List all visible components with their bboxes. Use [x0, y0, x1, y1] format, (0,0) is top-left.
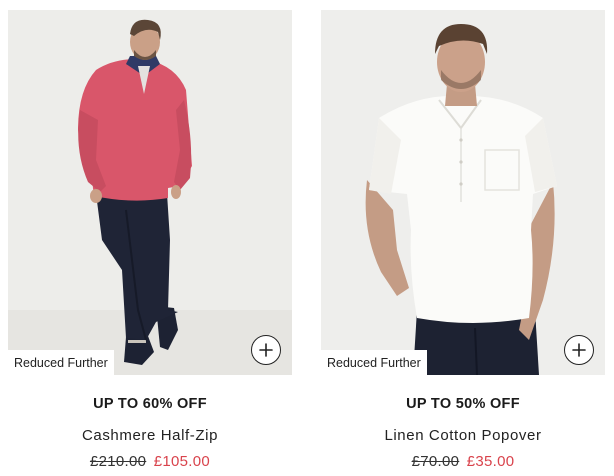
reduced-further-badge: Reduced Further [8, 350, 114, 375]
original-price: £70.00 [411, 453, 460, 470]
model-photo-popover [321, 10, 605, 375]
product-image[interactable]: Reduced Further [8, 10, 292, 375]
sale-price: £105.00 [153, 453, 211, 470]
price-row: £210.00 £105.00 [8, 453, 292, 470]
promo-label: UP TO 60% OFF [93, 396, 207, 412]
product-image[interactable]: Reduced Further [321, 10, 605, 375]
product-card[interactable]: Reduced Further UP TO 50% OFF Linen Cott… [321, 10, 605, 476]
plus-icon [572, 343, 586, 357]
quick-add-button[interactable] [251, 335, 281, 365]
product-name[interactable]: Cashmere Half-Zip [8, 427, 292, 444]
product-card[interactable]: Reduced Further UP TO 60% OFF Cashmere H… [8, 10, 292, 476]
price-row: £70.00 £35.00 [321, 453, 605, 470]
promo-label: UP TO 50% OFF [406, 396, 520, 412]
product-name[interactable]: Linen Cotton Popover [321, 427, 605, 444]
model-photo-halfzip [8, 10, 292, 375]
product-grid: Reduced Further UP TO 60% OFF Cashmere H… [0, 0, 614, 476]
reduced-further-badge: Reduced Further [321, 350, 427, 375]
original-price: £210.00 [89, 453, 147, 470]
plus-icon [259, 343, 273, 357]
sale-price: £35.00 [466, 453, 515, 470]
quick-add-button[interactable] [564, 335, 594, 365]
